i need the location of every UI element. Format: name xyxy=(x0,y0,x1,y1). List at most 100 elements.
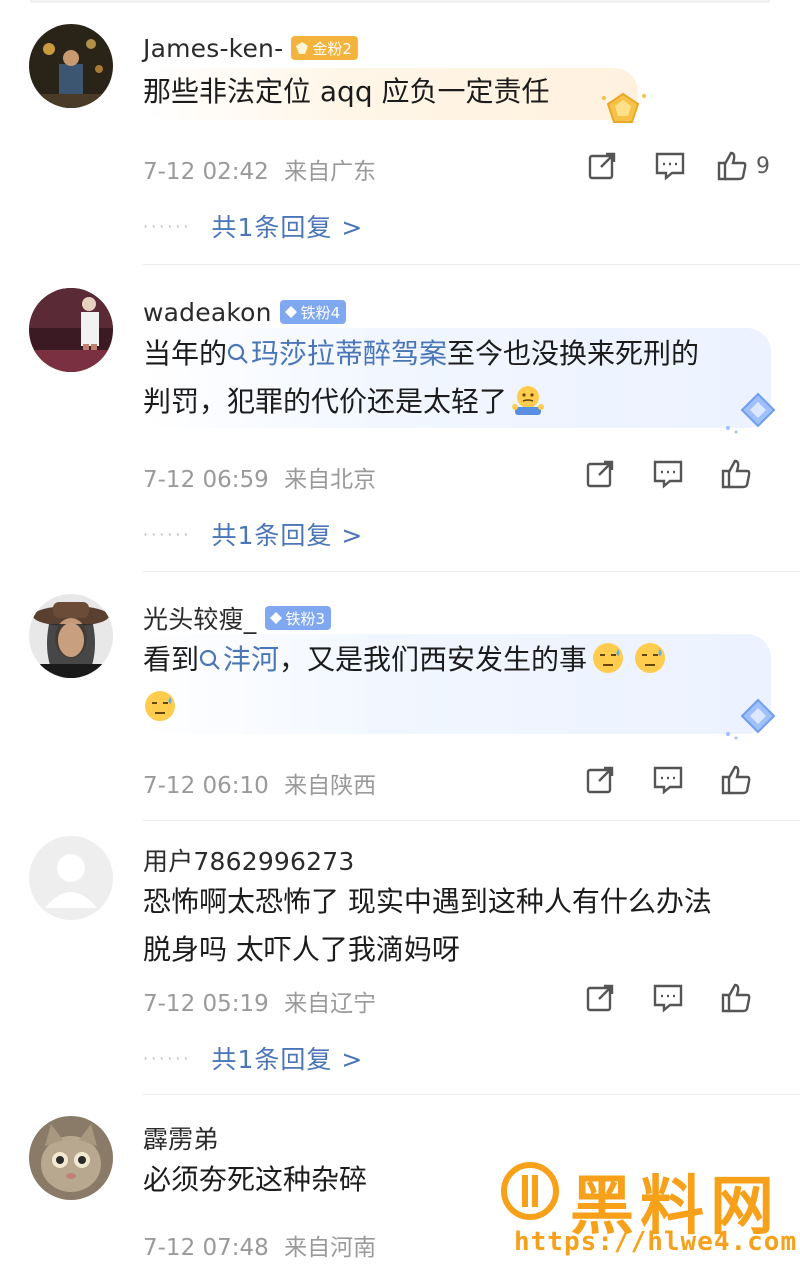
reply-dots: ······ xyxy=(143,524,192,544)
comment-bubble[interactable]: 恐怖啊太恐怖了 现实中遇到这种人有什么办法 脱身吗 太吓人了我滴妈呀 xyxy=(143,878,771,978)
topic-label: 沣河 xyxy=(223,643,280,676)
comment-icon xyxy=(653,766,683,795)
comment-text-prefix: 当年的 xyxy=(143,337,228,370)
like-count: 9 xyxy=(756,153,770,179)
like-icon xyxy=(721,983,751,1013)
avatar[interactable] xyxy=(29,24,113,108)
watermark: 黑料网 https://hlwe4.com xyxy=(500,1155,796,1257)
divider xyxy=(143,820,800,821)
share-icon xyxy=(586,984,614,1012)
comment-text-prefix: 看到 xyxy=(143,643,200,676)
fan-badge[interactable]: 铁粉4 xyxy=(279,300,347,324)
timestamp: 7-12 06:10 xyxy=(143,773,269,799)
fan-badge[interactable]: 金粉2 xyxy=(291,36,358,60)
fan-badge[interactable]: 铁粉3 xyxy=(264,606,332,630)
divider xyxy=(143,264,800,265)
location: 来自广东 xyxy=(284,159,377,185)
reply-dots: ······ xyxy=(143,216,192,236)
like-icon xyxy=(721,765,751,795)
like-button[interactable] xyxy=(702,978,770,1018)
comment-meta: 7-12 02:42 来自广东 xyxy=(143,152,376,186)
badge-label: 铁粉4 xyxy=(300,303,341,322)
username[interactable]: James-ken- xyxy=(143,34,283,63)
like-icon xyxy=(721,459,751,489)
watermark-logo-icon xyxy=(501,1162,559,1220)
topic-label: 玛莎拉蒂醉驾案 xyxy=(251,337,448,370)
like-button[interactable]: 9 xyxy=(704,146,770,186)
comment-text: 当年的 玛莎拉蒂醉驾案至今也没换来死刑的 xyxy=(143,330,753,378)
watermark-url: https://hlwe4.com xyxy=(514,1227,798,1257)
comment-text: 必须夯死这种杂碎 xyxy=(143,1163,368,1196)
view-replies-link[interactable]: 共1条回复 > xyxy=(212,208,364,244)
username[interactable]: wadeakon xyxy=(143,298,272,327)
comment-button[interactable] xyxy=(634,454,702,494)
comment-text-suffix: 至今也没换来死刑的 xyxy=(447,337,700,370)
comment-text: 恐怖啊太恐怖了 现实中遇到这种人有什么办法 xyxy=(143,885,712,918)
username[interactable]: 霹雳弟 xyxy=(143,1120,219,1156)
gem-icon xyxy=(269,612,282,624)
comment-text-suffix: ，又是我们西安发生的事 xyxy=(279,643,588,676)
blue-gem-decoration-icon xyxy=(726,392,776,434)
location: 来自北京 xyxy=(284,467,377,493)
timestamp: 7-12 07:48 xyxy=(143,1235,269,1261)
comment-bubble[interactable]: 必须夯死这种杂碎 xyxy=(143,1156,543,1208)
avatar[interactable] xyxy=(29,288,113,372)
sweat-emoji-icon xyxy=(593,643,624,673)
share-button[interactable] xyxy=(566,760,634,800)
comment-button[interactable] xyxy=(634,760,702,800)
view-replies-link[interactable]: 共1条回复 > xyxy=(212,516,364,552)
username[interactable]: 用户7862996273 xyxy=(143,842,354,878)
comment-icon xyxy=(653,984,683,1013)
top-divider xyxy=(30,0,770,3)
topic-link[interactable]: 沣河 xyxy=(199,643,279,676)
search-icon xyxy=(227,343,248,364)
location: 来自辽宁 xyxy=(284,991,377,1017)
timestamp: 7-12 06:59 xyxy=(143,467,269,493)
comment-meta: 7-12 06:10 来自陕西 xyxy=(143,766,376,800)
comment-text-line2: 判罚，犯罪的代价还是太轻了 xyxy=(143,378,753,426)
comment-bubble[interactable]: 那些非法定位 aqq 应负一定责任 xyxy=(143,68,638,120)
avatar[interactable] xyxy=(29,594,113,678)
comment-text-line2 xyxy=(143,684,753,732)
comment-text-line2: 脱身吗 太吓人了我滴妈呀 xyxy=(143,933,460,966)
topic-link[interactable]: 玛莎拉蒂醉驾案 xyxy=(227,337,447,370)
shrug-emoji-icon xyxy=(512,386,545,415)
timestamp: 7-12 02:42 xyxy=(143,159,269,185)
divider xyxy=(143,571,800,572)
share-button[interactable] xyxy=(566,978,634,1018)
view-replies-link[interactable]: 共1条回复 > xyxy=(212,1040,364,1076)
comment-text: 看到 沣河，又是我们西安发生的事 xyxy=(143,636,753,684)
like-icon xyxy=(717,151,747,181)
comment-meta: 7-12 07:48 来自河南 xyxy=(143,1228,376,1262)
comment-button[interactable] xyxy=(636,146,704,186)
gem-icon xyxy=(284,306,297,318)
divider xyxy=(143,1094,800,1095)
share-button[interactable] xyxy=(566,454,634,494)
share-icon xyxy=(588,152,616,180)
like-button[interactable] xyxy=(702,760,770,800)
comment-icon xyxy=(655,152,685,181)
comment-bubble[interactable]: 当年的 玛莎拉蒂醉驾案至今也没换来死刑的 判罚，犯罪的代价还是太轻了 xyxy=(143,328,771,428)
comment-bubble[interactable]: 看到 沣河，又是我们西安发生的事 xyxy=(143,634,771,734)
location: 来自河南 xyxy=(284,1235,377,1261)
username[interactable]: 光头较瘦_ xyxy=(143,600,257,636)
comment-meta: 7-12 06:59 来自北京 xyxy=(143,460,376,494)
avatar[interactable] xyxy=(29,836,113,920)
comment-meta: 7-12 05:19 来自辽宁 xyxy=(143,984,376,1018)
comment-button[interactable] xyxy=(634,978,702,1018)
timestamp: 7-12 05:19 xyxy=(143,991,269,1017)
badge-label: 铁粉3 xyxy=(285,609,326,628)
sweat-emoji-icon xyxy=(635,643,666,673)
like-button[interactable] xyxy=(702,454,770,494)
gold-gem-decoration-icon xyxy=(602,92,646,123)
avatar[interactable] xyxy=(29,1116,113,1200)
comment-text: 那些非法定位 aqq 应负一定责任 xyxy=(143,75,550,108)
comment-text-line2-label: 判罚，犯罪的代价还是太轻了 xyxy=(143,385,508,418)
sweat-emoji-icon xyxy=(145,691,175,721)
reply-dots: ······ xyxy=(143,1048,192,1068)
comment-icon xyxy=(653,460,683,489)
share-icon xyxy=(586,460,614,488)
share-button[interactable] xyxy=(568,146,636,186)
badge-label: 金粉2 xyxy=(312,39,352,58)
gem-icon xyxy=(296,42,309,54)
